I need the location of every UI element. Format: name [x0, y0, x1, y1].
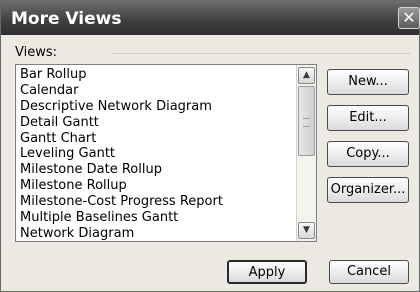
- list-item[interactable]: Leveling Gantt: [20, 146, 296, 162]
- edit-button[interactable]: Edit...: [327, 105, 409, 131]
- dialog-title: More Views: [11, 9, 122, 29]
- title-bar: More Views ✕: [1, 1, 420, 35]
- list-item[interactable]: Multiple Baselines Gantt: [20, 210, 296, 226]
- views-listbox[interactable]: Bar Rollup Calendar Descriptive Network …: [15, 64, 317, 242]
- apply-button[interactable]: Apply: [227, 260, 307, 284]
- list-item[interactable]: Detail Gantt: [20, 115, 296, 131]
- scrollbar-thumb[interactable]: [298, 86, 315, 156]
- list-item[interactable]: Bar Rollup: [20, 67, 296, 83]
- cancel-button[interactable]: Cancel: [329, 260, 409, 284]
- list-item[interactable]: Milestone Rollup: [20, 178, 296, 194]
- divider: [113, 53, 409, 54]
- new-button[interactable]: New...: [327, 69, 409, 95]
- list-item[interactable]: Calendar: [20, 83, 296, 99]
- list-item[interactable]: Gantt Chart: [20, 131, 296, 147]
- vertical-scrollbar[interactable]: ▲ ▼: [296, 65, 316, 241]
- views-list: Bar Rollup Calendar Descriptive Network …: [20, 67, 296, 241]
- list-item[interactable]: Milestone Date Rollup: [20, 162, 296, 178]
- scroll-up-icon[interactable]: ▲: [298, 67, 315, 84]
- views-label: Views:: [15, 45, 58, 60]
- list-item[interactable]: Milestone-Cost Progress Report: [20, 194, 296, 210]
- list-item[interactable]: Network Diagram: [20, 226, 296, 241]
- copy-button[interactable]: Copy...: [327, 141, 409, 167]
- close-icon[interactable]: ✕: [398, 7, 420, 29]
- list-item[interactable]: Descriptive Network Diagram: [20, 99, 296, 115]
- organizer-button[interactable]: Organizer...: [327, 177, 409, 203]
- more-views-dialog: More Views ✕ Views: Bar Rollup Calendar …: [0, 0, 420, 292]
- scroll-down-icon[interactable]: ▼: [298, 222, 315, 239]
- grip-icon: [303, 118, 310, 127]
